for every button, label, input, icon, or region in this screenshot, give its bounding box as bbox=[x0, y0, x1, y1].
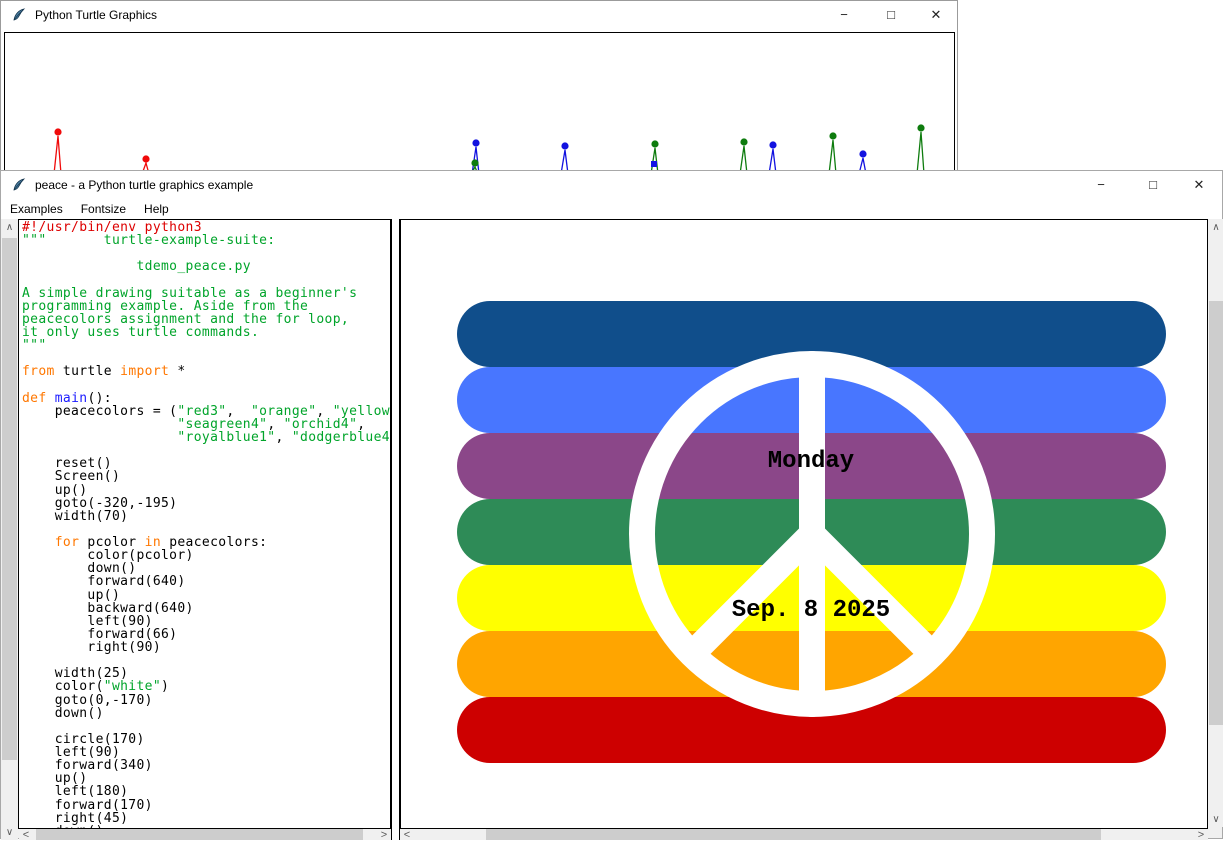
scroll-left-icon[interactable]: < bbox=[400, 829, 414, 840]
tree-dot bbox=[651, 140, 658, 147]
turtle-graphics-window: Python Turtle Graphics − □ ✕ bbox=[0, 0, 958, 176]
canvas-horizontal-scrollbar[interactable]: < > bbox=[400, 829, 1208, 840]
scrollbar-thumb[interactable] bbox=[1209, 301, 1223, 725]
code-vertical-scrollbar[interactable]: ∧ ∨ bbox=[1, 219, 18, 840]
code-line: right(90) bbox=[22, 641, 391, 654]
tree-shape bbox=[54, 136, 61, 174]
tree-dot bbox=[561, 142, 568, 149]
tk-feather-icon bbox=[11, 7, 27, 23]
menu-examples[interactable]: Examples bbox=[1, 199, 72, 219]
date-label: Sep. 8 2025 bbox=[732, 597, 890, 624]
source-code-text: #!/usr/bin/env python3""" turtle-example… bbox=[22, 221, 391, 829]
pane-sash[interactable] bbox=[391, 219, 400, 840]
tree-dot bbox=[471, 159, 478, 166]
window-title: Python Turtle Graphics bbox=[35, 8, 157, 22]
close-button[interactable]: ✕ bbox=[919, 1, 953, 28]
peace-window: peace - a Python turtle graphics example… bbox=[0, 170, 1223, 839]
turtle-marker bbox=[651, 161, 657, 167]
peace-drawing-canvas: Monday Sep. 8 2025 bbox=[400, 219, 1208, 829]
tree-dot bbox=[54, 128, 61, 135]
code-line: "royalblue1", "dodgerblue4") bbox=[22, 431, 391, 444]
tree-shape bbox=[917, 132, 924, 174]
turtle-window-titlebar[interactable]: Python Turtle Graphics − □ ✕ bbox=[1, 1, 957, 29]
tree-dot bbox=[142, 155, 149, 162]
scroll-down-icon[interactable]: ∨ bbox=[1, 824, 18, 840]
tree-dot bbox=[472, 139, 479, 146]
menubar: Examples Fontsize Help bbox=[1, 198, 1222, 220]
window-title: peace - a Python turtle graphics example bbox=[35, 178, 253, 192]
scroll-up-icon[interactable]: ∧ bbox=[1, 219, 18, 235]
tree-dot bbox=[829, 132, 836, 139]
canvas-vertical-scrollbar[interactable]: ∧ ∨ bbox=[1208, 219, 1223, 827]
tree-dot bbox=[859, 150, 866, 157]
peace-window-content: ∧ ∨ #!/usr/bin/env python3""" turtle-exa… bbox=[1, 219, 1222, 838]
code-horizontal-scrollbar[interactable]: < > bbox=[19, 829, 391, 840]
code-line: from turtle import * bbox=[22, 365, 391, 378]
code-line: """ turtle-example-suite: bbox=[22, 234, 391, 247]
code-line: it only uses turtle commands. bbox=[22, 326, 391, 339]
scrollbar-thumb[interactable] bbox=[486, 829, 1101, 840]
code-line: width(70) bbox=[22, 510, 391, 523]
close-button[interactable]: ✕ bbox=[1182, 171, 1216, 198]
tree-dot bbox=[740, 138, 747, 145]
code-line: down() bbox=[22, 707, 391, 720]
desktop: Python Turtle Graphics − □ ✕ peace - a P… bbox=[0, 0, 1223, 839]
day-label: Monday bbox=[768, 448, 854, 475]
source-code-pane[interactable]: #!/usr/bin/env python3""" turtle-example… bbox=[18, 219, 391, 829]
turtle-trees-drawing bbox=[5, 33, 954, 175]
tree-dot bbox=[769, 141, 776, 148]
minimize-button[interactable]: − bbox=[1084, 171, 1118, 198]
code-line: tdemo_peace.py bbox=[22, 260, 391, 273]
scroll-up-icon[interactable]: ∧ bbox=[1208, 219, 1223, 235]
scrollbar-thumb[interactable] bbox=[36, 829, 363, 840]
turtle-graphics-canvas bbox=[4, 32, 955, 176]
maximize-button[interactable]: □ bbox=[874, 1, 908, 28]
scroll-down-icon[interactable]: ∨ bbox=[1208, 811, 1223, 827]
scroll-right-icon[interactable]: > bbox=[1194, 829, 1208, 840]
peace-drawing: Monday Sep. 8 2025 bbox=[401, 220, 1207, 828]
scroll-right-icon[interactable]: > bbox=[377, 829, 391, 840]
code-line: """ bbox=[22, 339, 391, 352]
tk-feather-icon bbox=[11, 177, 27, 193]
menu-fontsize[interactable]: Fontsize bbox=[72, 199, 135, 219]
scrollbar-thumb[interactable] bbox=[2, 238, 17, 760]
scroll-left-icon[interactable]: < bbox=[19, 829, 33, 840]
tree-shape bbox=[829, 140, 836, 174]
peace-window-titlebar[interactable]: peace - a Python turtle graphics example… bbox=[1, 171, 1222, 199]
minimize-button[interactable]: − bbox=[827, 1, 861, 28]
maximize-button[interactable]: □ bbox=[1136, 171, 1170, 198]
menu-help[interactable]: Help bbox=[135, 199, 178, 219]
tree-dot bbox=[917, 124, 924, 131]
